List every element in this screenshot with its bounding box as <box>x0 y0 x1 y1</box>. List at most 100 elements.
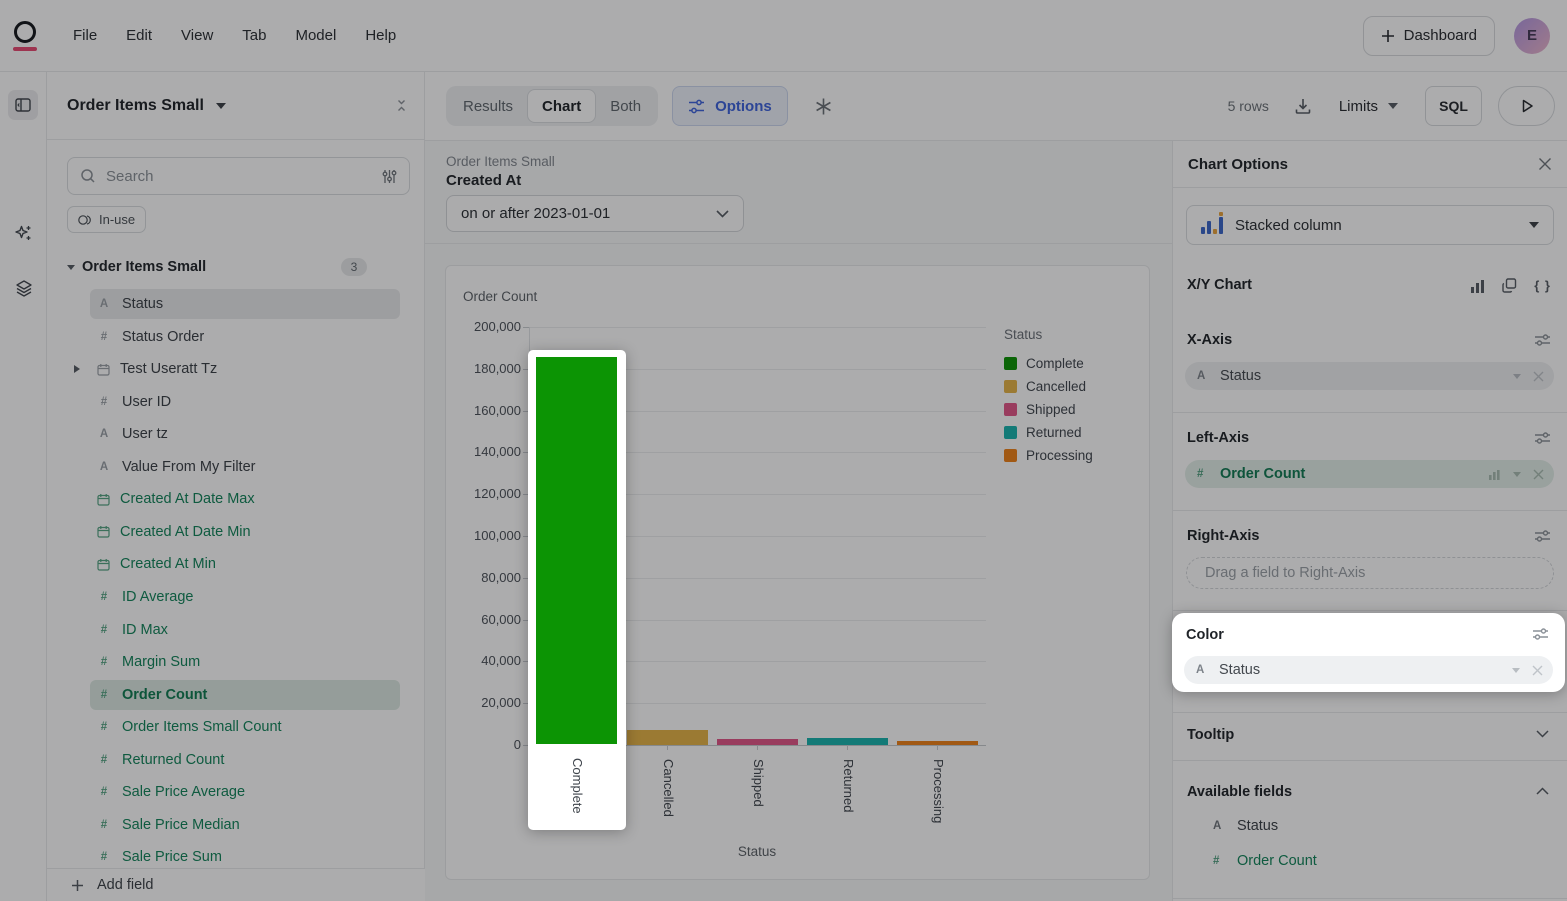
field-sale-price-median[interactable]: #Sale Price Median <box>90 810 400 840</box>
remove-field-icon[interactable] <box>1533 371 1544 382</box>
bar-returned[interactable] <box>807 738 888 745</box>
legend-item-processing[interactable]: Processing <box>1004 444 1093 467</box>
tab-both[interactable]: Both <box>596 89 655 123</box>
color-field-pill[interactable]: A Status <box>1184 656 1553 684</box>
xy-chart-section-label: X/Y Chart <box>1187 277 1252 293</box>
chart-type-dropdown[interactable]: Stacked column <box>1186 205 1554 245</box>
run-query-button[interactable] <box>1498 86 1555 126</box>
limits-dropdown[interactable]: Limits <box>1339 98 1398 115</box>
panel-left-icon <box>15 98 31 112</box>
y-tick-label: 20,000 <box>446 695 521 710</box>
add-field-button[interactable]: Add field <box>47 868 425 901</box>
menu-help[interactable]: Help <box>365 27 396 44</box>
left-axis-field-pill[interactable]: # Order Count <box>1185 460 1554 488</box>
field-margin-sum[interactable]: #Margin Sum <box>90 647 400 677</box>
collapse-panel-button[interactable] <box>8 90 38 120</box>
bar-complete[interactable] <box>536 357 617 744</box>
legend-item-returned[interactable]: Returned <box>1004 421 1093 444</box>
y-tick-label: 180,000 <box>446 361 521 376</box>
number-type-icon: # <box>1197 468 1211 480</box>
close-icon[interactable] <box>1538 157 1552 171</box>
highlighted-column-spotlight: Complete <box>528 350 626 830</box>
legend-item-cancelled[interactable]: Cancelled <box>1004 375 1093 398</box>
legend-item-shipped[interactable]: Shipped <box>1004 398 1093 421</box>
x-tick-label: Shipped <box>749 759 766 807</box>
tooltip-expand-icon[interactable] <box>1536 730 1549 738</box>
pill-caret-icon[interactable] <box>1513 374 1521 379</box>
number-type-icon: # <box>96 689 112 701</box>
menu-tab[interactable]: Tab <box>242 27 266 44</box>
field-value-from-my-filter[interactable]: AValue From My Filter <box>90 452 400 482</box>
right-axis-settings-icon[interactable] <box>1534 529 1551 543</box>
ai-asterisk-icon[interactable] <box>814 97 833 116</box>
legend-swatch <box>1004 403 1017 416</box>
field-order-count[interactable]: #Order Count <box>90 680 400 710</box>
field-test-useratt-tz[interactable]: Test Useratt Tz <box>90 354 400 384</box>
duplicate-icon[interactable] <box>1502 278 1517 293</box>
available-fields-label: Available fields <box>1187 784 1292 800</box>
color-settings-icon[interactable] <box>1532 627 1549 641</box>
menu-view[interactable]: View <box>181 27 213 44</box>
field-label: Margin Sum <box>122 654 200 670</box>
icon-rail <box>0 72 47 901</box>
available-field-status[interactable]: A Status <box>1213 816 1278 836</box>
pill-caret-icon[interactable] <box>1512 668 1520 673</box>
code-icon[interactable]: { } <box>1534 278 1551 293</box>
field-user-tz[interactable]: A User tz <box>90 419 400 449</box>
x-axis-settings-icon[interactable] <box>1534 333 1551 347</box>
string-type-icon: A <box>96 461 112 473</box>
bar-processing[interactable] <box>897 741 978 745</box>
remove-field-icon[interactable] <box>1533 469 1544 480</box>
field-id-max[interactable]: #ID Max <box>90 615 400 645</box>
chart-type-caret-icon <box>1529 222 1539 228</box>
bar-chart-icon[interactable] <box>1470 279 1485 293</box>
stacked-column-icon <box>1201 216 1223 234</box>
sql-button[interactable]: SQL <box>1425 86 1482 126</box>
expand-caret-icon[interactable] <box>74 365 80 373</box>
tab-results[interactable]: Results <box>449 89 527 123</box>
right-axis-dropzone[interactable]: Drag a field to Right-Axis <box>1186 557 1554 589</box>
string-type-icon: A <box>96 428 112 440</box>
field-id-average[interactable]: #ID Average <box>90 582 400 612</box>
filter-field-name: Created At <box>446 172 521 189</box>
add-dashboard-button[interactable]: Dashboard <box>1363 16 1495 56</box>
left-axis-settings-icon[interactable] <box>1534 431 1551 445</box>
field-status-order[interactable]: #Status Order <box>90 322 400 352</box>
avatar[interactable]: E <box>1514 18 1550 54</box>
legend-item-complete[interactable]: Complete <box>1004 352 1093 375</box>
menu-bar: File Edit View Tab Model Help <box>73 27 396 44</box>
field-label: User tz <box>122 426 168 442</box>
x-axis-field-pill[interactable]: A Status <box>1185 362 1554 390</box>
bar-cancelled[interactable] <box>627 730 708 745</box>
legend-label: Shipped <box>1026 402 1076 417</box>
ai-sparkles-icon[interactable] <box>0 224 47 243</box>
field-label: Status <box>122 296 163 312</box>
field-status[interactable]: AStatus <box>90 289 400 319</box>
chevron-down-icon <box>716 210 729 218</box>
tab-chart[interactable]: Chart <box>527 89 596 123</box>
date-filter-select[interactable]: on or after 2023-01-01 <box>446 195 744 232</box>
menu-edit[interactable]: Edit <box>126 27 152 44</box>
field-created-at-min[interactable]: Created At Min <box>90 549 400 579</box>
available-field-label: Status <box>1237 818 1278 834</box>
download-icon[interactable] <box>1294 97 1312 115</box>
field-user-id[interactable]: #User ID <box>90 387 400 417</box>
color-section-label: Color <box>1186 627 1224 643</box>
limits-caret-icon <box>1388 103 1398 109</box>
available-field-order-count[interactable]: # Order Count <box>1213 851 1317 871</box>
field-label: Created At Date Min <box>120 524 251 540</box>
remove-field-icon[interactable] <box>1532 665 1543 676</box>
options-button[interactable]: Options <box>672 86 788 126</box>
pill-caret-icon[interactable] <box>1513 472 1521 477</box>
field-order-items-small-count[interactable]: #Order Items Small Count <box>90 712 400 742</box>
field-created-at-date-min[interactable]: Created At Date Min <box>90 517 400 547</box>
menu-file[interactable]: File <box>73 27 97 44</box>
bar-shipped[interactable] <box>717 739 798 745</box>
field-sale-price-average[interactable]: #Sale Price Average <box>90 777 400 807</box>
add-field-label: Add field <box>97 877 153 893</box>
menu-model[interactable]: Model <box>295 27 336 44</box>
available-fields-collapse-icon[interactable] <box>1536 787 1549 795</box>
layers-icon[interactable] <box>0 279 47 297</box>
field-created-at-date-max[interactable]: Created At Date Max <box>90 484 400 514</box>
field-returned-count[interactable]: #Returned Count <box>90 745 400 775</box>
